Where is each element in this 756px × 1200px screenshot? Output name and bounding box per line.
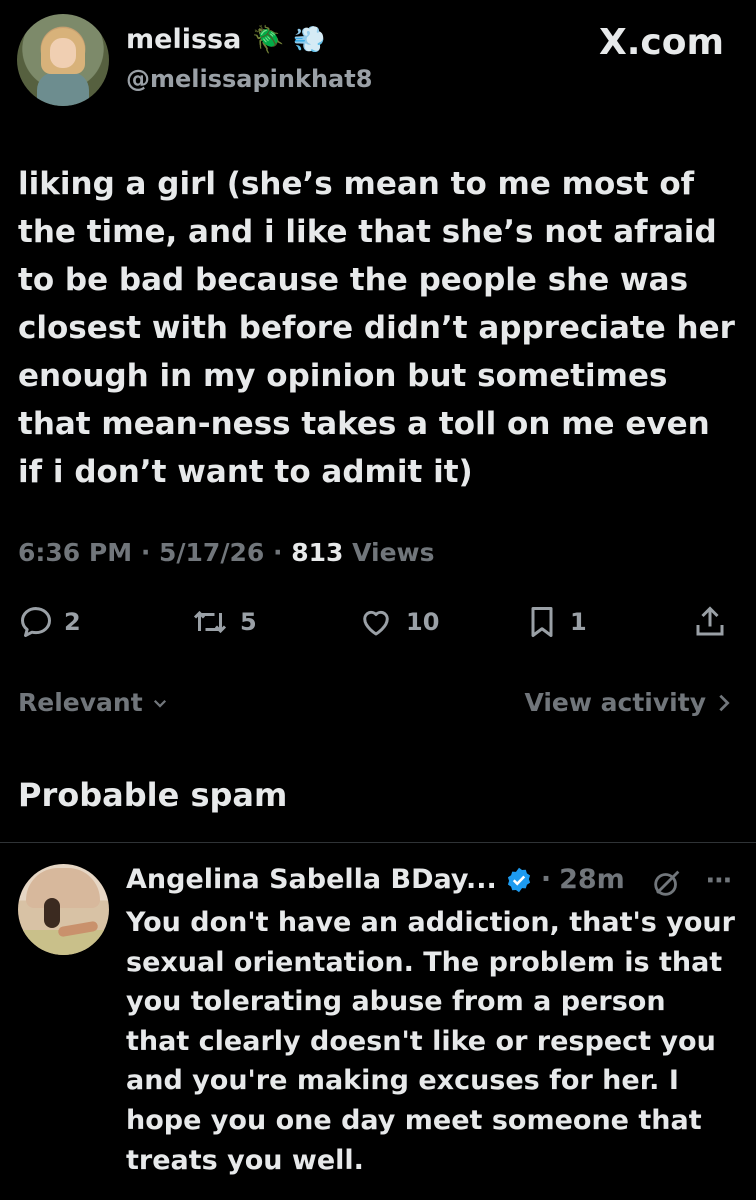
post-meta: 6:36 PM · 5/17/26 · 813 Views bbox=[18, 538, 435, 567]
repost-icon bbox=[193, 610, 227, 634]
bookmark-button[interactable]: 1 bbox=[524, 604, 587, 640]
author-name[interactable]: melissa bbox=[126, 24, 241, 55]
reply-header: Angelina Sabella BDay... · 28m bbox=[126, 864, 625, 895]
like-button[interactable]: 10 bbox=[356, 604, 439, 640]
chevron-right-icon bbox=[719, 694, 730, 711]
more-button[interactable]: ⋯ bbox=[706, 866, 733, 896]
like-count: 10 bbox=[406, 608, 440, 636]
reply-text: You don't have an addiction, that's your… bbox=[126, 907, 735, 1176]
share-button[interactable] bbox=[692, 604, 728, 640]
post-text: liking a girl (she’s mean to me most of … bbox=[18, 166, 735, 490]
bookmark-count: 1 bbox=[570, 608, 587, 636]
author-avatar[interactable] bbox=[17, 14, 109, 106]
site-label: X.com bbox=[598, 22, 724, 63]
chevron-down-icon bbox=[153, 699, 166, 708]
views-label: Views bbox=[352, 538, 435, 567]
sort-label: Relevant bbox=[18, 688, 143, 717]
reply-count: 2 bbox=[64, 608, 81, 636]
reply-avatar[interactable] bbox=[18, 864, 109, 955]
view-activity-link[interactable]: View activity bbox=[524, 688, 732, 717]
reply-author-name[interactable]: Angelina Sabella BDay... bbox=[126, 864, 497, 895]
grok-button[interactable] bbox=[650, 866, 684, 904]
share-icon bbox=[696, 606, 724, 636]
post-date: 5/17/26 bbox=[159, 538, 265, 567]
reply-time: 28m bbox=[559, 864, 625, 895]
grok-icon bbox=[654, 870, 680, 896]
reply-icon bbox=[21, 607, 51, 637]
repost-count: 5 bbox=[240, 608, 257, 636]
divider bbox=[0, 842, 756, 843]
views-count: 813 bbox=[291, 538, 344, 567]
post-time: 6:36 PM bbox=[18, 538, 133, 567]
sort-dropdown[interactable]: Relevant bbox=[18, 688, 169, 717]
more-icon: ⋯ bbox=[706, 866, 733, 896]
view-activity-label: View activity bbox=[524, 688, 706, 717]
author-emoji-icons: 🪲 💨 bbox=[252, 25, 326, 55]
section-title: Probable spam bbox=[18, 776, 288, 814]
verified-badge-icon bbox=[507, 867, 530, 892]
bookmark-icon bbox=[531, 607, 553, 637]
author-name-row[interactable]: melissa 🪲 💨 bbox=[126, 24, 325, 55]
like-icon bbox=[363, 610, 389, 636]
author-handle[interactable]: @melissapinkhat8 bbox=[126, 65, 372, 93]
reply-button[interactable]: 2 bbox=[18, 604, 81, 640]
repost-button[interactable]: 5 bbox=[190, 604, 257, 640]
